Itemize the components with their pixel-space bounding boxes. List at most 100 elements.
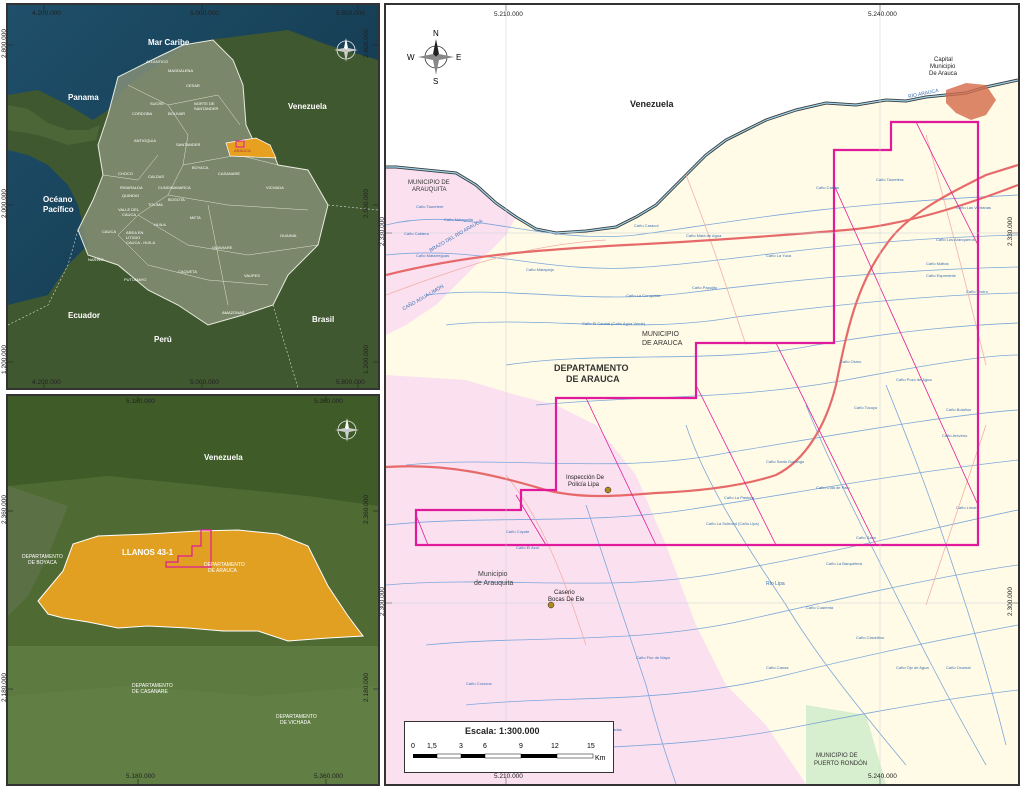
overview-label-pacifico: Pacífico xyxy=(43,205,74,214)
regional-label-boyaca-2: DE BOYACA xyxy=(28,560,57,566)
overview-coord-bottom-2: 5.000.000 xyxy=(190,379,219,386)
stream-label: Caño Ocumal xyxy=(946,665,971,670)
detail-label-arauquita2-1: Municipio xyxy=(478,571,508,578)
stream-label: Caño Matapiojo xyxy=(526,267,555,272)
scale-tick: 1,5 xyxy=(427,743,437,750)
stream-label: Caño Las Ventanas xyxy=(956,205,991,210)
overview-label-peru: Perú xyxy=(154,335,172,344)
scale-unit: Km xyxy=(595,755,606,762)
stream-label: Caño Esprestnte xyxy=(926,273,956,278)
scale-tick: 9 xyxy=(519,743,523,750)
overview-coord-bottom-1: 4.200.000 xyxy=(32,379,61,386)
stream-label: Caño Bolaños xyxy=(946,407,972,412)
dept-label: ATLANTICO xyxy=(146,59,169,64)
dept-label: VICHADA xyxy=(266,185,284,190)
stream-label: Caño La Soledad (Caño Lipa) xyxy=(706,521,759,526)
stream-label: Caño Matarreguas xyxy=(416,253,450,258)
stream-label: Caño Coyote xyxy=(506,529,530,534)
detail-label-arauquita-1: MUNICIPIO DE xyxy=(408,180,450,186)
stream-label: Caño Areveno xyxy=(942,433,968,438)
stream-label: Caño Tauretere xyxy=(416,204,444,209)
detail-label-capital-3: De Arauca xyxy=(929,71,958,77)
regional-map[interactable]: 5.180.000 5.360.000 5.180.000 5.360.000 … xyxy=(6,394,380,786)
dept-label: CAQUETA xyxy=(178,269,198,274)
dept-label: CALDAS xyxy=(148,174,165,179)
dept-label: ANTIOQUIA xyxy=(134,138,157,143)
detail-coord-left-2: 2.300.000 xyxy=(378,587,386,616)
stream-label: Caño El Azul xyxy=(516,545,539,550)
regional-coord-bottom-2: 5.360.000 xyxy=(314,773,343,780)
compass-n: N xyxy=(433,29,439,38)
detail-label-mun-arauca-2: DE ARAUCA xyxy=(642,340,683,347)
regional-label-casanare-2: DE CASANARE xyxy=(132,689,168,695)
detail-coord-bottom-1: 5.210.000 xyxy=(494,773,523,780)
dept-label: BOYACA xyxy=(192,165,209,170)
stream-label: Caño Ojo de Agua xyxy=(896,665,929,670)
inspeccion-marker xyxy=(604,486,612,494)
regional-map-graphic xyxy=(8,396,378,784)
dept-label: RISARALDA xyxy=(120,185,143,190)
stream-label: Caño Canoa xyxy=(766,665,789,670)
regional-coord-right-2: 2.180.000 xyxy=(362,673,370,702)
overview-coord-top-1: 4.200.000 xyxy=(32,10,61,17)
detail-label-mun-arauca-1: MUNICIPIO xyxy=(642,331,679,338)
overview-label-venezuela: Venezuela xyxy=(288,102,327,111)
dept-label: SUCRE xyxy=(150,101,165,106)
dept-label: MAGDALENA xyxy=(168,68,194,73)
stream-label: Caño Cola de Palo xyxy=(816,485,850,490)
detail-label-capital-2: Municipio xyxy=(930,64,956,70)
stream-label: Caño Tocuyo xyxy=(854,405,878,410)
overview-coord-right-3: 1.200.000 xyxy=(362,345,370,374)
dept-label: BOGOTA xyxy=(168,197,185,202)
stream-label: Caño Caldas xyxy=(816,185,840,190)
regional-label-arauca-2: DE ARAUCA xyxy=(208,568,237,574)
stream-label: Caño Pozo de Agua xyxy=(896,377,932,382)
overview-label-oceano: Océano xyxy=(43,195,73,204)
dept-label: AMAZONAS xyxy=(222,310,245,315)
detail-label-caserio-1: Caserio xyxy=(554,590,575,596)
detail-coord-left-1: 2.330.000 xyxy=(378,217,386,246)
stream-label: Caño Vivero xyxy=(966,289,988,294)
dept-label: HUILA xyxy=(154,222,166,227)
overview-coord-left-1: 2.800.000 xyxy=(0,29,8,58)
dept-label: CHOCO xyxy=(118,171,133,176)
stream-label: Caño Flor de Mayo xyxy=(636,655,671,660)
stream-label: Caño Sano xyxy=(856,535,877,540)
dept-label: CAUCA xyxy=(102,229,117,234)
detail-map[interactable]: 5.210.000 5.240.000 5.210.000 5.240.000 … xyxy=(384,3,1020,786)
detail-coord-right-2: 2.300.000 xyxy=(1006,587,1014,616)
regional-coord-left-2: 2.180.000 xyxy=(0,673,8,702)
dept-label: QUINDIO xyxy=(122,193,140,198)
dept-label: GUAVIARE xyxy=(212,245,233,250)
detail-coord-bottom-2: 5.240.000 xyxy=(868,773,897,780)
regional-coord-right-1: 2.360.000 xyxy=(362,495,370,524)
overview-label-panama: Panama xyxy=(68,93,99,102)
overview-map[interactable]: 4.200.000 5.000.000 5.800.000 4.200.000 … xyxy=(6,3,380,390)
dept-label: CAUCA - HUILA xyxy=(126,240,156,245)
dept-label: BOLIVAR xyxy=(168,111,186,116)
stream-label: Caño Osmo xyxy=(840,359,862,364)
dept-label: PUTUMAYO xyxy=(124,277,147,282)
detail-label-rio-lipa: Río Lipa xyxy=(766,581,785,587)
dept-label: VAUPES xyxy=(244,273,260,278)
scale-tick: 12 xyxy=(551,743,559,750)
detail-coord-top-2: 5.240.000 xyxy=(868,11,897,18)
dept-label: CESAR xyxy=(186,83,200,88)
overview-coord-bottom-3: 5.800.000 xyxy=(336,379,365,386)
stream-label: Caño Mattos xyxy=(926,261,949,266)
stream-label: Caño Papujito xyxy=(692,285,718,290)
dept-label: GUAINIA xyxy=(280,233,297,238)
dept-label: SANTANDER xyxy=(194,106,219,111)
overview-coord-top-2: 5.000.000 xyxy=(190,10,219,17)
dept-label: TOLIMA xyxy=(148,202,163,207)
overview-label-mar-caribe: Mar Caribe xyxy=(148,38,190,47)
dept-label: META xyxy=(190,215,201,220)
dept-label: NARIÑO xyxy=(88,257,104,262)
stream-label: Caño Santo Domingo xyxy=(766,459,805,464)
regional-coord-top-2: 5.360.000 xyxy=(314,398,343,405)
stream-label: Caño El Caudal (Caño Agua Verde) xyxy=(582,321,646,326)
regional-label-venezuela: Venezuela xyxy=(204,453,243,462)
dept-label: SANTANDER xyxy=(176,142,201,147)
compass-s: S xyxy=(433,77,439,86)
dept-label: ARAUCA xyxy=(234,148,251,153)
